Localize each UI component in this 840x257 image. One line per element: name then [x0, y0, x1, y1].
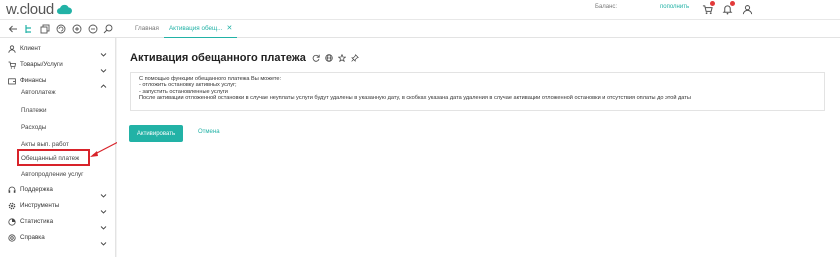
sidebar-item-label: Статистика — [20, 218, 54, 225]
pie-icon — [7, 217, 16, 226]
close-icon[interactable]: ✕ — [226, 25, 232, 32]
back-arrow-icon[interactable] — [6, 22, 19, 35]
sidebar-item-label: Поддержка — [20, 186, 53, 193]
chevron-down-icon — [100, 202, 107, 214]
main-content: Активация обещанного платежа С помощью ф… — [117, 38, 840, 257]
sidebar-sub-autorenew[interactable]: Автопродление услуг — [21, 171, 83, 178]
tab-activation-label: Активация обещ... — [168, 25, 223, 32]
info-box: С помощью функции обещанного платежа Вы … — [130, 72, 825, 111]
star-icon[interactable] — [338, 54, 347, 63]
sidebar-sub-expenses[interactable]: Расходы — [21, 124, 46, 131]
toolbar-row: Главная Активация обещ... ✕ — [0, 20, 840, 38]
logo-text: w.cloud — [6, 1, 54, 18]
balance-label: Баланс: — [595, 4, 618, 10]
top-header: w.cloud Баланс: пополнить — [0, 0, 840, 20]
bell-icon[interactable] — [720, 1, 735, 16]
topup-link[interactable]: пополнить — [660, 4, 689, 10]
wallet-icon — [7, 76, 16, 85]
tree-icon[interactable] — [22, 22, 35, 35]
logo[interactable]: w.cloud — [6, 1, 72, 18]
sidebar-item-label: Инструменты — [20, 202, 60, 209]
notification-badge — [730, 1, 735, 6]
cancel-button[interactable]: Отмена — [198, 129, 220, 135]
chevron-down-icon — [100, 45, 107, 57]
sidebar-sub-autopay[interactable]: Автоплатеж — [21, 89, 56, 96]
cart-icon — [7, 60, 16, 69]
cart-header-icon[interactable] — [700, 1, 715, 16]
highlight-annotation — [17, 149, 90, 166]
sidebar-item-label: Финансы — [20, 77, 47, 84]
refresh-icon[interactable] — [312, 54, 321, 63]
add-circle-icon[interactable] — [70, 22, 83, 35]
tab-activation[interactable]: Активация обещ... ✕ — [163, 20, 238, 38]
copy-icon[interactable] — [38, 22, 51, 35]
page-title: Активация обещанного платежа — [130, 52, 306, 64]
notification-badge — [710, 1, 715, 6]
globe-icon[interactable] — [325, 54, 334, 63]
activate-button[interactable]: Активировать — [129, 125, 183, 142]
sidebar-sub-payments[interactable]: Платежи — [21, 107, 47, 114]
gear-icon — [7, 201, 16, 210]
refresh-circle-icon[interactable] — [54, 22, 67, 35]
user-account-icon[interactable] — [740, 2, 754, 16]
cloud-logo-icon — [56, 4, 72, 15]
sidebar-item-support[interactable]: Поддержка — [0, 182, 116, 198]
user-icon — [7, 44, 16, 53]
sidebar-item-products[interactable]: Товары/Услуги — [0, 57, 116, 73]
sidebar-item-help[interactable]: Справка — [0, 230, 116, 246]
pin-icon[interactable] — [351, 54, 360, 63]
sidebar-item-stats[interactable]: Статистика — [0, 214, 116, 230]
sidebar-item-finance[interactable]: Финансы — [0, 73, 116, 88]
search-icon[interactable] — [101, 22, 114, 35]
chevron-down-icon — [100, 186, 107, 198]
chevron-down-icon — [100, 234, 107, 246]
sidebar-item-client[interactable]: Клиент — [0, 41, 116, 57]
help-icon — [7, 233, 16, 242]
chevron-down-icon — [100, 218, 107, 230]
sidebar-sub-acts[interactable]: Акты вып. работ — [21, 141, 69, 148]
chevron-down-icon — [100, 61, 107, 73]
tab-home[interactable]: Главная — [130, 20, 164, 38]
chevron-up-icon — [100, 77, 107, 88]
remove-circle-icon[interactable] — [86, 22, 99, 35]
sidebar-item-label: Товары/Услуги — [20, 61, 63, 68]
sidebar-item-label: Справка — [20, 234, 45, 241]
sidebar-item-tools[interactable]: Инструменты — [0, 198, 116, 214]
sidebar-item-label: Клиент — [20, 45, 41, 52]
info-line: После активации отложенной остановки в с… — [139, 94, 691, 101]
support-icon — [7, 185, 16, 194]
